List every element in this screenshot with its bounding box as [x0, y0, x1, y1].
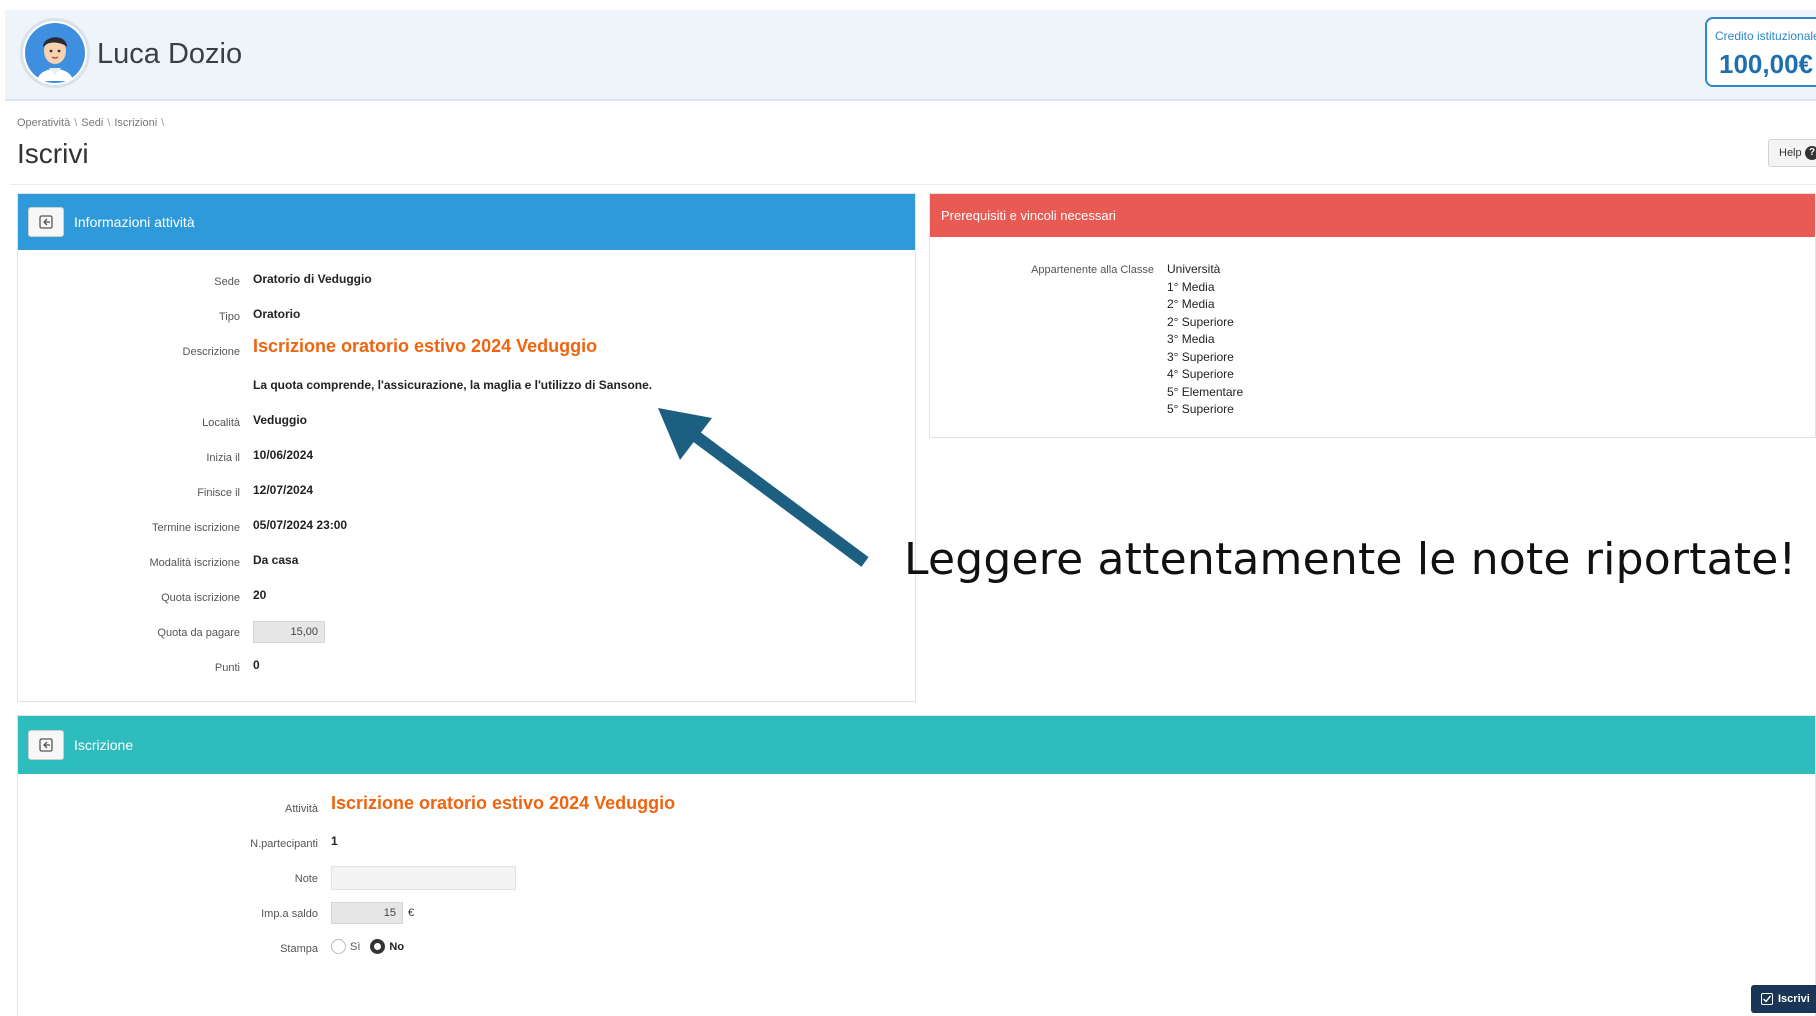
field-label: Descrizione — [182, 346, 240, 358]
field-quota: Quota iscrizione 20 — [18, 588, 915, 608]
collapse-icon — [39, 215, 53, 229]
field-note: Note — [18, 866, 1815, 890]
note-input[interactable] — [331, 866, 516, 890]
field-nota: La quota comprende, l'assicurazione, la … — [18, 378, 915, 398]
list-item: 2° Superiore — [1167, 314, 1234, 329]
iscrivi-label: Iscrivi — [1778, 993, 1810, 1005]
quota-pagare-field: 15,00 — [253, 621, 325, 643]
stampa-radio-group: Sì No — [331, 939, 410, 954]
user-avatar[interactable] — [20, 18, 90, 88]
participants-value: 1 — [331, 834, 338, 848]
field-value: 20 — [253, 588, 267, 602]
field-label: Finisce il — [197, 487, 240, 499]
activity-name: Iscrizione oratorio estivo 2024 Veduggio — [331, 793, 676, 813]
list-item: 4° Superiore — [1167, 367, 1234, 381]
list-item: 5° Elementare — [1167, 384, 1244, 399]
prerequisites-panel-title: Prerequisiti e vincoli necessari — [941, 208, 1116, 223]
field-attivita: Attività Iscrizione oratorio estivo 2024… — [18, 793, 1815, 819]
help-button[interactable]: Help ? — [1768, 139, 1816, 167]
field-value: 0 — [253, 658, 260, 672]
field-quota-pagare: Quota da pagare 15,00 — [18, 621, 915, 643]
field-saldo: Imp.a saldo 15 € — [18, 902, 1815, 924]
field-tipo: Tipo Oratorio — [18, 307, 915, 327]
field-descrizione: Descrizione Iscrizione oratorio estivo 2… — [18, 336, 915, 362]
user-avatar-icon — [25, 23, 85, 83]
field-value: Oratorio — [253, 307, 301, 321]
collapse-icon — [39, 738, 53, 752]
list-item: 2° Media — [1167, 297, 1215, 311]
field-label: Stampa — [280, 943, 318, 955]
radio-label: No — [389, 940, 405, 953]
stampa-si-radio[interactable] — [331, 939, 346, 954]
field-value: Da casa — [253, 553, 299, 567]
field-label: Imp.a saldo — [261, 908, 318, 920]
checkbox-icon — [1761, 993, 1773, 1005]
saldo-field: 15 — [331, 902, 403, 924]
credit-box: Credito istituzionale 100,00€ — [1705, 17, 1816, 87]
stampa-no-radio[interactable] — [370, 939, 386, 954]
field-label: Tipo — [219, 311, 240, 323]
annotation-arrow-icon — [658, 408, 869, 567]
field-label: Inizia il — [206, 452, 240, 464]
field-label: Note — [294, 873, 318, 885]
list-item: 3° Superiore — [1167, 349, 1234, 364]
list-item: 1° Media — [1167, 279, 1215, 294]
list-item: Università — [1167, 262, 1221, 276]
class-requirement-label: Appartenente alla Classe — [1031, 264, 1154, 276]
field-label: N.partecipanti — [250, 838, 318, 850]
info-panel-header: Informazioni attività — [18, 194, 915, 250]
class-list: Università 1° Media 2° Media 2° Superior… — [1167, 261, 1243, 419]
breadcrumb: Operatività \ Sedi \ Iscrizioni \ — [17, 117, 164, 129]
breadcrumb-item-sedi[interactable]: Sedi — [81, 117, 103, 129]
field-label: Modalità iscrizione — [149, 557, 240, 569]
prerequisites-panel: Prerequisiti e vincoli necessari Apparte… — [929, 193, 1816, 438]
credit-value: 100,00€ — [1719, 49, 1813, 79]
field-label: Quota iscrizione — [161, 592, 240, 604]
field-label: Attività — [284, 803, 318, 815]
field-partecipanti: N.partecipanti 1 — [18, 834, 1815, 854]
breadcrumb-item-operativita[interactable]: Operatività — [17, 117, 70, 129]
list-item: 3° Media — [1167, 332, 1215, 346]
credit-label: Credito istituzionale — [1715, 29, 1816, 43]
user-name: Luca Dozio — [97, 38, 243, 70]
question-icon: ? — [1805, 146, 1816, 160]
field-value: 12/07/2024 — [253, 483, 314, 497]
list-item: 5° Superiore — [1167, 402, 1234, 416]
collapse-button[interactable] — [28, 730, 64, 760]
iscrizione-panel: Iscrizione Attività Iscrizione oratorio … — [17, 715, 1816, 1016]
breadcrumb-item-iscrizioni[interactable]: Iscrizioni — [114, 117, 157, 129]
field-stampa: Stampa Sì No — [18, 939, 1815, 959]
breadcrumb-separator: \ — [161, 117, 165, 129]
field-label: Termine iscrizione — [151, 522, 240, 534]
collapse-button[interactable] — [28, 207, 64, 237]
top-header: Luca Dozio Credito istituzionale 100,00€ — [5, 10, 1816, 101]
radio-label: Sì — [350, 940, 361, 953]
activity-description: Iscrizione oratorio estivo 2024 Veduggio — [253, 336, 598, 356]
info-panel-title: Informazioni attività — [74, 214, 195, 230]
field-value: Veduggio — [253, 413, 307, 427]
field-value: 05/07/2024 23:00 — [253, 518, 348, 532]
breadcrumb-separator: \ — [74, 117, 78, 129]
field-value: Oratorio di Veduggio — [253, 272, 372, 286]
annotation-text: Leggere attentamente le note riportate! — [904, 534, 1797, 585]
field-sede: Sede Oratorio di Veduggio — [18, 272, 915, 292]
field-label: Sede — [214, 276, 240, 288]
prerequisites-panel-header: Prerequisiti e vincoli necessari — [930, 194, 1815, 237]
iscrivi-button[interactable]: Iscrivi — [1751, 985, 1816, 1013]
help-label: Help — [1779, 147, 1802, 159]
field-label: Quota da pagare — [157, 627, 240, 639]
field-label: Località — [202, 417, 240, 429]
page-title: Iscrivi — [17, 138, 89, 169]
iscrizione-panel-header: Iscrizione — [18, 716, 1815, 774]
divider — [10, 184, 1816, 185]
field-label: Punti — [214, 662, 240, 674]
field-punti: Punti 0 — [18, 658, 915, 678]
currency-label: € — [408, 907, 415, 919]
breadcrumb-separator: \ — [107, 117, 111, 129]
iscrizione-panel-title: Iscrizione — [74, 737, 134, 753]
activity-note: La quota comprende, l'assicurazione, la … — [253, 378, 653, 392]
field-value: 10/06/2024 — [253, 448, 314, 462]
